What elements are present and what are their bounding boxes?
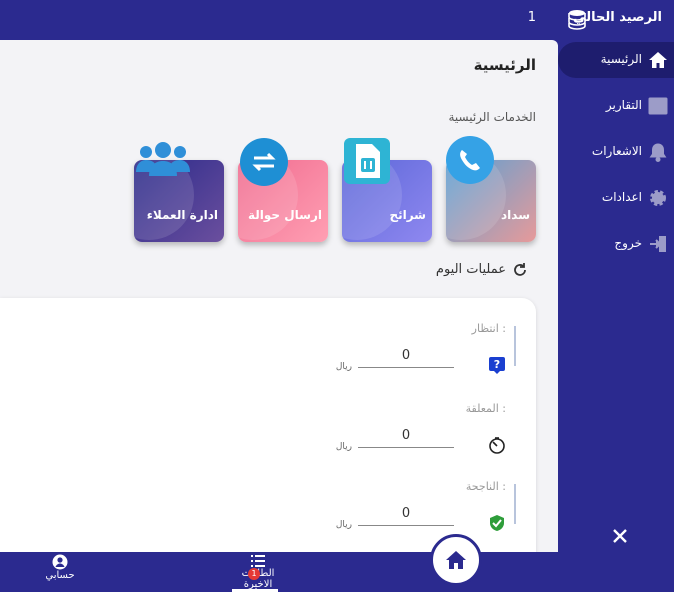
sidebar-item-label: اعدادات: [601, 190, 642, 204]
transfer-icon: [240, 138, 288, 186]
sim-card-icon: [344, 138, 390, 184]
stat-unit: ريال: [335, 362, 352, 372]
bottom-bar: حسابي الطلبات الاخيرة 1: [0, 552, 674, 592]
recent-requests-tab[interactable]: الطلبات الاخيرة 1: [226, 554, 290, 590]
sidebar-item-label: التقارير: [605, 98, 642, 112]
stat-label: الناجحة :: [465, 480, 506, 493]
home-icon: [446, 551, 466, 569]
today-operations-label: عمليات اليوم: [435, 262, 506, 277]
account-tab[interactable]: حسابي: [40, 554, 80, 581]
stat-suspended: المعلقة : 0 ريال: [336, 402, 516, 472]
notification-badge: 1: [248, 568, 260, 580]
page-title: الرئيسية: [473, 56, 536, 74]
svg-text:?: ?: [494, 358, 500, 371]
check-icon: [488, 514, 506, 532]
stat-value: 0: [358, 506, 454, 526]
sidebar-item-label: خروج: [614, 236, 642, 250]
home-fab-wrap: [422, 530, 488, 592]
stat-label: المعلقة :: [465, 402, 506, 415]
customers-icon: [134, 140, 192, 186]
user-icon: [52, 554, 68, 570]
sidebar-item-label: الاشعارات: [591, 144, 642, 158]
service-card-label: سداد: [500, 208, 530, 222]
stats-panel: انتظار : ? 0 ريال المعلقة : 0 ريال الناج…: [0, 298, 536, 552]
close-icon[interactable]: [610, 526, 630, 546]
service-card-label: ارسال حوالة: [248, 208, 322, 222]
sidebar-item-settings[interactable]: اعدادات: [558, 180, 674, 216]
timer-icon: [488, 436, 506, 454]
home-icon: [648, 50, 668, 70]
top-bar: الرصيد الحالي 1: [0, 0, 674, 40]
account-label: حسابي: [45, 570, 75, 581]
coins-icon: [566, 8, 588, 30]
sidebar-item-logout[interactable]: خروج: [558, 226, 674, 262]
list-icon: [250, 554, 266, 568]
sidebar-item-home[interactable]: الرئيسية: [558, 42, 674, 78]
sidebar-item-label: الرئيسية: [600, 52, 642, 66]
main-panel: الرئيسية الخدمات الرئيسية سداد شرائح ارس…: [0, 40, 558, 552]
bar-chart-icon: [648, 96, 668, 116]
question-icon: ?: [488, 356, 506, 374]
stat-value: 0: [358, 348, 454, 368]
sidebar-item-reports[interactable]: التقارير: [558, 88, 674, 124]
service-card-label: ادارة العملاء: [146, 208, 218, 222]
stat-divider: [514, 326, 516, 366]
sidebar: الرئيسية التقارير الاشعارات اعدادات خروج: [558, 40, 674, 592]
stat-unit: ريال: [335, 442, 352, 452]
stat-unit: ريال: [335, 520, 352, 530]
stat-divider: [514, 484, 516, 524]
refresh-icon[interactable]: [512, 262, 528, 278]
balance-value: 1: [527, 10, 536, 25]
bell-icon: [648, 142, 668, 162]
stat-label: انتظار :: [471, 322, 506, 335]
gear-icon: [648, 188, 668, 208]
logout-icon: [648, 234, 668, 254]
stat-pending: انتظار : ? 0 ريال: [336, 322, 516, 392]
home-button[interactable]: [430, 534, 482, 586]
services-title: الخدمات الرئيسية: [448, 110, 536, 124]
stat-value: 0: [358, 428, 454, 448]
service-card-label: شرائح: [389, 208, 426, 222]
sidebar-item-notifications[interactable]: الاشعارات: [558, 134, 674, 170]
phone-icon: [446, 136, 494, 184]
